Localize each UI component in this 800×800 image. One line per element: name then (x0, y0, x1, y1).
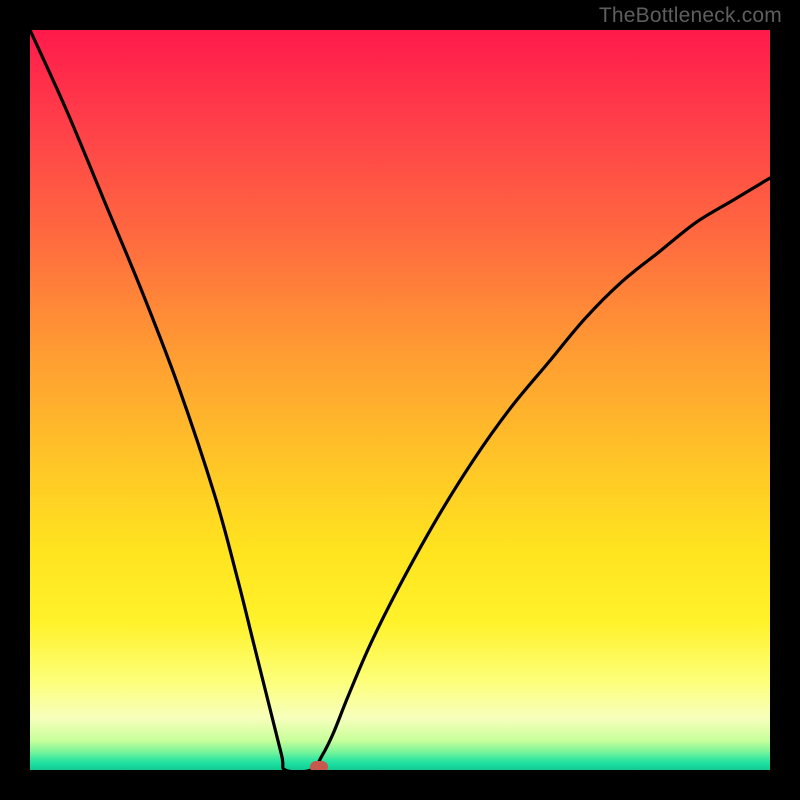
chart-frame: TheBottleneck.com (0, 0, 800, 800)
watermark-text: TheBottleneck.com (599, 4, 782, 28)
bottleneck-curve (30, 30, 770, 770)
curve-line (30, 30, 770, 770)
optimal-point-marker (310, 761, 328, 770)
plot-area (30, 30, 770, 770)
